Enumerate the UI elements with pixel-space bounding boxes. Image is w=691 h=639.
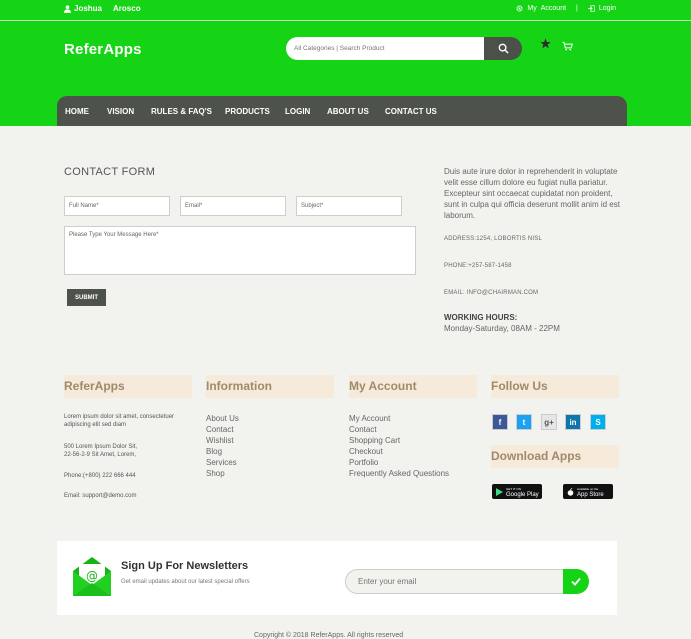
- footer-link-checkout[interactable]: Checkout: [349, 446, 449, 457]
- working-hours-label: WORKING HOURS:: [444, 313, 518, 322]
- login-icon: [587, 5, 595, 12]
- user-info[interactable]: Joshua Arosco: [64, 4, 141, 13]
- newsletter-title: Sign Up For Newsletters: [121, 560, 249, 572]
- search-bar: [286, 37, 522, 60]
- footer-col2-heading: Information: [206, 375, 334, 398]
- app-store-label: App Store: [577, 491, 604, 498]
- site-logo[interactable]: ReferApps: [64, 41, 142, 58]
- nav-rules-faqs[interactable]: RULES & FAQ'S: [151, 107, 212, 116]
- footer-col3-heading-text: My Account: [349, 379, 417, 393]
- my-label[interactable]: My: [527, 5, 536, 12]
- footer-col2-heading-text: Information: [206, 379, 272, 393]
- email-field[interactable]: Email*: [180, 196, 286, 216]
- google-play-label: Google Play: [506, 491, 539, 498]
- svg-text:@: @: [86, 569, 98, 583]
- footer-address-line2: 22-56-2-9 Sit Amet, Lorem,: [64, 452, 137, 458]
- footer-link-faq[interactable]: Frequently Asked Questions: [349, 468, 449, 479]
- footer-link-shopping-cart[interactable]: Shopping Cart: [349, 435, 449, 446]
- footer-address-line1: 500 Lorem Ipsum Dolor Sit,: [64, 444, 138, 450]
- linkedin-icon[interactable]: in: [565, 414, 581, 430]
- working-hours-value: Monday-Saturday, 08AM - 22PM: [444, 324, 560, 333]
- footer-link-wishlist[interactable]: Wishlist: [206, 435, 239, 446]
- user-icon: [64, 4, 71, 13]
- newsletter-email-input[interactable]: [345, 569, 565, 594]
- play-icon: [496, 487, 503, 496]
- footer-link-contact[interactable]: Contact: [206, 424, 239, 435]
- google-plus-icon[interactable]: g+: [541, 414, 557, 430]
- divider: |: [576, 5, 578, 12]
- footer-email[interactable]: Email: support@demo.com: [64, 492, 136, 500]
- checkmark-icon: [571, 577, 581, 586]
- gear-icon: [516, 5, 523, 12]
- search-input[interactable]: [286, 37, 484, 60]
- account-links: My Account | Login: [516, 5, 616, 12]
- cart-icon[interactable]: [562, 41, 573, 51]
- footer-link-services[interactable]: Services: [206, 457, 239, 468]
- newsletter-submit-button[interactable]: [563, 569, 589, 594]
- copyright-text: Copyright © 2018 ReferApps. All rights r…: [254, 632, 404, 639]
- footer-col1-heading-text: ReferApps: [64, 379, 125, 393]
- newsletter-subtitle: Get email updates about our latest speci…: [121, 579, 250, 585]
- search-button[interactable]: [484, 37, 522, 60]
- footer-col4-heading: Follow Us: [491, 375, 619, 398]
- footer-phone: Phone:(+800) 222 666 444: [64, 473, 136, 479]
- contact-form-title: CONTACT FORM: [64, 166, 156, 178]
- search-icon: [498, 43, 509, 54]
- download-apps-heading-text: Download Apps: [491, 449, 582, 463]
- twitter-icon[interactable]: t: [516, 414, 532, 430]
- footer-link-my-account[interactable]: My Account: [349, 413, 449, 424]
- star-icon[interactable]: [540, 38, 551, 49]
- footer-link-blog[interactable]: Blog: [206, 446, 239, 457]
- app-store-button[interactable]: Available on the App Store: [563, 484, 613, 499]
- nav-home[interactable]: HOME: [65, 107, 89, 116]
- nav-contact-us[interactable]: CONTACT US: [385, 107, 437, 116]
- user-last-name: Arosco: [113, 4, 141, 13]
- newsletter-panel: @ Sign Up For Newsletters Get email upda…: [57, 541, 617, 615]
- footer-link-about-us[interactable]: About Us: [206, 413, 239, 424]
- contact-info-paragraph: Duis aute irure dolor in reprehenderit i…: [444, 167, 620, 220]
- message-field[interactable]: Please Type Your Message Here*: [64, 226, 416, 275]
- submit-button[interactable]: SUBMIT: [67, 289, 106, 306]
- footer-col1-heading: ReferApps: [64, 375, 192, 398]
- main-nav: HOME VISION RULES & FAQ'S PRODUCTS LOGIN…: [57, 96, 627, 126]
- user-first-name: Joshua: [74, 4, 103, 13]
- contact-email: EMAIL: INFO@CHAIRMAN.COM: [444, 290, 539, 296]
- account-link[interactable]: Account: [541, 5, 566, 12]
- footer-link-portfolio[interactable]: Portfolio: [349, 457, 449, 468]
- apple-icon: [567, 487, 574, 496]
- nav-about-us[interactable]: ABOUT US: [327, 107, 369, 116]
- contact-address: ADDRESS:1254, LOBORTIS NISL: [444, 236, 542, 242]
- nav-login[interactable]: LOGIN: [285, 107, 310, 116]
- footer-col3-heading: My Account: [349, 375, 477, 398]
- top-divider: [0, 20, 691, 21]
- nav-products[interactable]: PRODUCTS: [225, 107, 270, 116]
- footer-link-shop[interactable]: Shop: [206, 468, 239, 479]
- facebook-icon[interactable]: f: [492, 414, 508, 430]
- footer-link-contact-2[interactable]: Contact: [349, 424, 449, 435]
- download-apps-heading: Download Apps: [491, 445, 619, 468]
- full-name-field[interactable]: Full Name*: [64, 196, 170, 216]
- subject-field[interactable]: Subject*: [296, 196, 402, 216]
- envelope-icon: @: [73, 557, 111, 596]
- login-link[interactable]: Login: [599, 5, 616, 12]
- nav-vision[interactable]: VISION: [107, 107, 134, 116]
- google-play-button[interactable]: GET IT ON Google Play: [492, 484, 542, 499]
- contact-phone: PHONE:+257-587-1458: [444, 263, 512, 269]
- account-links-list: My Account Contact Shopping Cart Checkou…: [349, 413, 449, 479]
- skype-icon[interactable]: S: [590, 414, 606, 430]
- footer-col4-heading-text: Follow Us: [491, 379, 548, 393]
- information-links: About Us Contact Wishlist Blog Services …: [206, 413, 239, 479]
- footer-about-text: Lorem ipsum dolor sit amet, consectetuer…: [64, 414, 175, 428]
